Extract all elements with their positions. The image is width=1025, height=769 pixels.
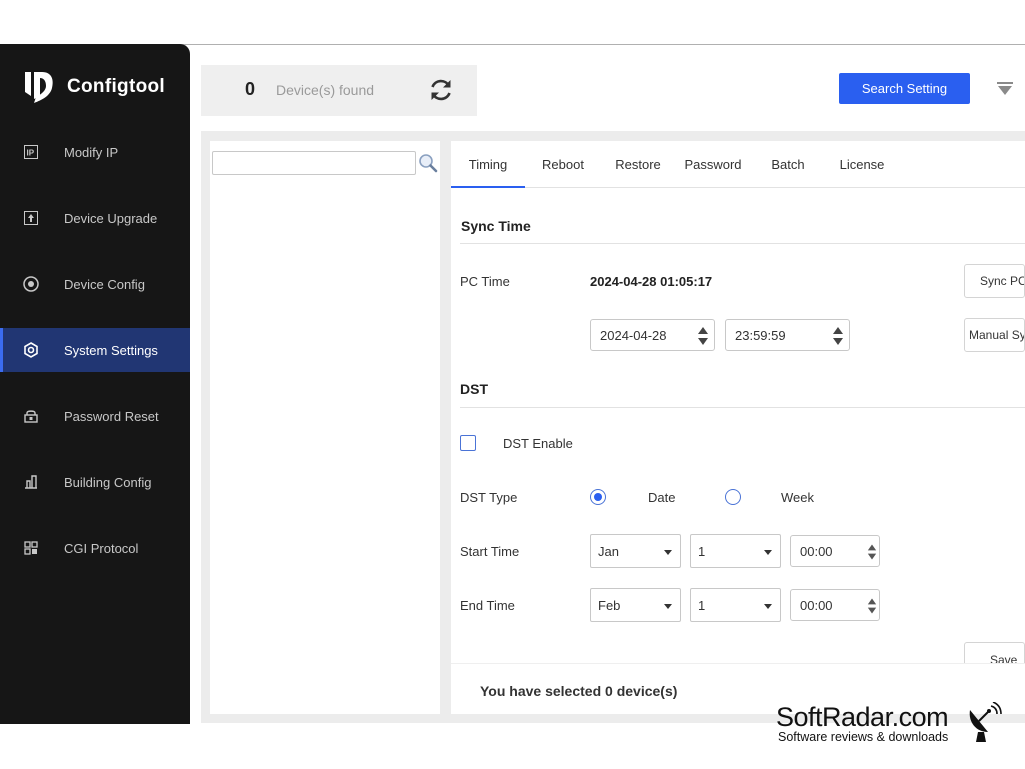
- dst-type-week-label: Week: [781, 490, 814, 505]
- settings-panel: [451, 141, 1025, 714]
- sidebar-item-modify-ip[interactable]: IP Modify IP: [0, 130, 190, 174]
- end-time-value: 00:00: [800, 598, 833, 613]
- end-time-stepper[interactable]: 00:00: [790, 589, 880, 621]
- refresh-icon[interactable]: [427, 76, 455, 104]
- building-icon: [23, 474, 39, 490]
- sidebar-item-label: Modify IP: [64, 144, 119, 160]
- chevron-down-icon: [764, 550, 772, 555]
- device-list-panel: [210, 141, 440, 714]
- sidebar-item-label: Building Config: [64, 474, 152, 490]
- start-time-value: 00:00: [800, 544, 833, 559]
- stepper-arrows-icon[interactable]: [832, 324, 844, 348]
- end-day-value: 1: [698, 598, 706, 613]
- sidebar-item-label: Device Upgrade: [64, 210, 158, 226]
- pc-time-value: 2024-04-28 01:05:17: [590, 274, 713, 289]
- sidebar-item-label: Device Config: [64, 276, 145, 292]
- watermark-title: SoftRadar.com: [776, 702, 949, 732]
- sync-pc-button[interactable]: Sync PC: [964, 264, 1025, 298]
- dst-type-week-radio[interactable]: [725, 489, 741, 505]
- dst-enable-label: DST Enable: [503, 436, 573, 451]
- sidebar-item-password-reset[interactable]: Password Reset: [0, 394, 190, 438]
- end-day-select[interactable]: 1: [690, 588, 781, 622]
- logo-icon: [25, 72, 53, 103]
- sidebar-item-cgi-protocol[interactable]: CGI Protocol: [0, 526, 190, 570]
- dst-type-label: DST Type: [460, 490, 518, 505]
- dst-type-date-radio[interactable]: [590, 489, 606, 505]
- upgrade-icon: [23, 210, 39, 226]
- settings-icon: [23, 342, 39, 358]
- search-setting-button[interactable]: Search Setting: [839, 73, 970, 104]
- end-month-select[interactable]: Feb: [590, 588, 681, 622]
- selected-devices-text: You have selected 0 device(s): [480, 683, 678, 699]
- start-month-value: Jan: [598, 544, 619, 559]
- start-day-select[interactable]: 1: [690, 534, 781, 568]
- tab-password[interactable]: Password: [679, 141, 747, 188]
- section-divider: [460, 407, 1025, 408]
- chevron-down-icon: [664, 550, 672, 555]
- date-value: 2024-04-28: [600, 328, 667, 343]
- start-time-stepper[interactable]: 00:00: [790, 535, 880, 567]
- tab-license[interactable]: License: [831, 141, 893, 188]
- softradar-watermark: SoftRadar.com Software reviews & downloa…: [776, 702, 1006, 748]
- chevron-down-icon: [764, 604, 772, 609]
- pc-time-label: PC Time: [460, 274, 510, 289]
- sidebar-item-label: System Settings: [64, 342, 158, 358]
- chevron-down-icon: [664, 604, 672, 609]
- sidebar-item-system-settings[interactable]: System Settings: [0, 328, 190, 372]
- sidebar-item-device-upgrade[interactable]: Device Upgrade: [0, 196, 190, 240]
- start-time-label: Start Time: [460, 544, 520, 559]
- stepper-arrows-icon[interactable]: [867, 594, 877, 618]
- ip-icon: IP: [23, 144, 39, 160]
- svg-text:IP: IP: [27, 149, 35, 158]
- end-time-label: End Time: [460, 598, 515, 613]
- device-search-input[interactable]: [212, 151, 416, 175]
- dst-enable-checkbox[interactable]: [460, 435, 476, 451]
- dst-type-date-label: Date: [648, 490, 676, 505]
- device-found-label: Device(s) found: [276, 82, 375, 98]
- sync-time-title: Sync Time: [461, 218, 531, 234]
- stepper-arrows-icon[interactable]: [867, 540, 877, 564]
- sidebar: Configtool IP Modify IP Device Upgrade D…: [0, 44, 190, 724]
- search-icon[interactable]: [418, 153, 438, 173]
- filter-icon[interactable]: [997, 82, 1013, 96]
- start-day-value: 1: [698, 544, 706, 559]
- tab-reboot[interactable]: Reboot: [531, 141, 595, 188]
- save-button[interactable]: Save: [964, 642, 1025, 664]
- start-month-select[interactable]: Jan: [590, 534, 681, 568]
- tab-restore[interactable]: Restore: [606, 141, 670, 188]
- watermark-subtitle: Software reviews & downloads: [778, 730, 949, 744]
- sidebar-item-label: Password Reset: [64, 408, 159, 424]
- sidebar-item-building-config[interactable]: Building Config: [0, 460, 190, 504]
- grid-icon: [23, 540, 39, 556]
- sidebar-item-device-config[interactable]: Device Config: [0, 262, 190, 306]
- time-stepper[interactable]: 23:59:59: [725, 319, 850, 351]
- app-name: Configtool: [67, 76, 165, 97]
- manual-sync-button[interactable]: Manual Sy: [964, 318, 1025, 352]
- end-month-value: Feb: [598, 598, 621, 613]
- time-value: 23:59:59: [735, 328, 786, 343]
- lock-icon: [23, 408, 39, 424]
- tab-timing[interactable]: Timing: [451, 141, 525, 188]
- dst-title: DST: [460, 381, 488, 397]
- tab-batch[interactable]: Batch: [761, 141, 815, 188]
- device-count: 0: [245, 79, 256, 99]
- date-stepper[interactable]: 2024-04-28: [590, 319, 715, 351]
- satellite-dish-icon: [969, 702, 1002, 742]
- device-found-panel: 0 Device(s) found: [201, 65, 477, 116]
- sidebar-item-label: CGI Protocol: [64, 540, 139, 556]
- section-divider: [460, 243, 1025, 244]
- settings-tabs: Timing Reboot Restore Password Batch Lic…: [451, 141, 1025, 188]
- config-icon: [23, 276, 39, 292]
- app-logo: Configtool: [22, 70, 165, 104]
- stepper-arrows-icon[interactable]: [697, 324, 709, 348]
